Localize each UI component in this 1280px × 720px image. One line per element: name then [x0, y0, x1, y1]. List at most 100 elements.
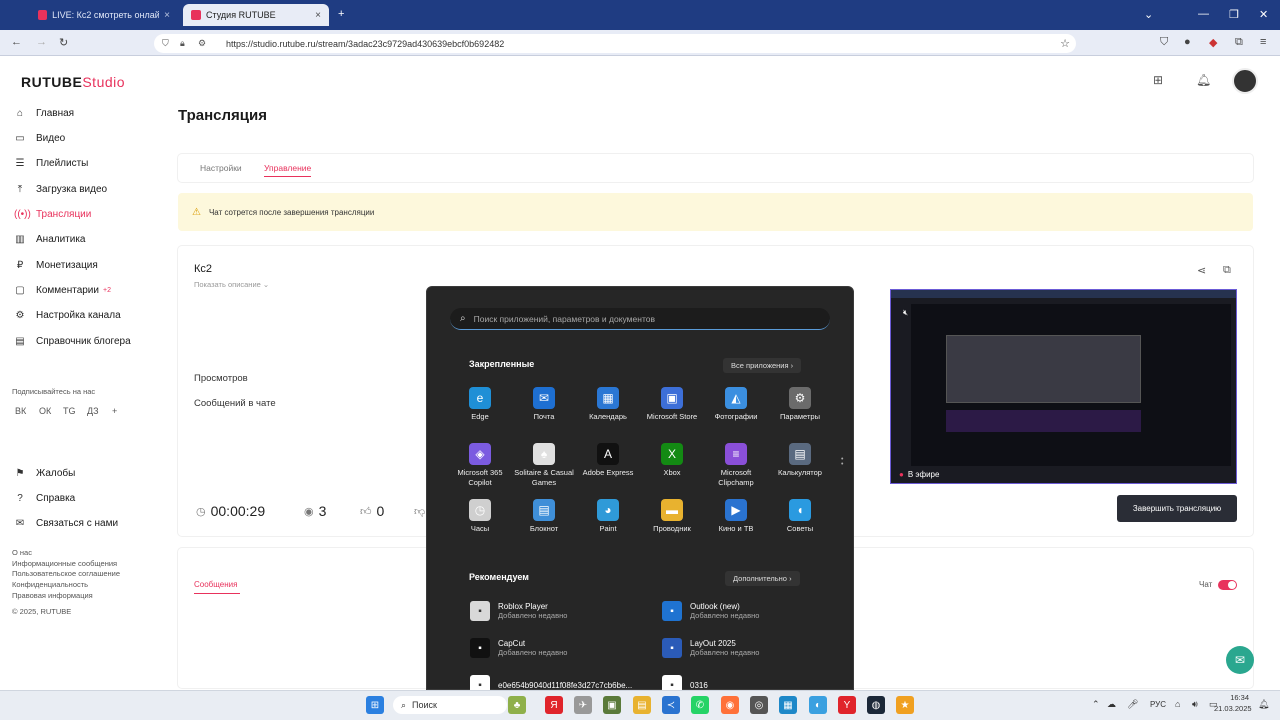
more-button[interactable]: Дополнительно ›: [725, 571, 800, 586]
tab-messages[interactable]: Сообщения: [194, 580, 240, 594]
sidebar-item-playlists[interactable]: ☰ Плейлисты: [14, 154, 89, 172]
all-apps-button[interactable]: Все приложения ›: [723, 358, 802, 373]
recommended-item[interactable]: ▪ CapCut Добавлено недавно: [470, 638, 567, 658]
language-indicator[interactable]: РУС: [1150, 700, 1166, 709]
clock-date[interactable]: 21.03.2025: [1214, 704, 1252, 713]
clock-time[interactable]: 16:34: [1225, 693, 1249, 702]
start-app[interactable]: X Xbox: [640, 443, 704, 478]
mute-icon[interactable]: 🔇︎: [903, 308, 908, 318]
avatar[interactable]: [1232, 68, 1258, 94]
sidebar-item-channel-settings[interactable]: ⚙ Настройка канала: [14, 306, 121, 324]
browser-tab[interactable]: LIVE: Кс2 смотреть онлайн вид ×: [30, 4, 178, 26]
app-icon[interactable]: ✈: [574, 696, 592, 714]
show-description-link[interactable]: Показать описание ⌄: [194, 280, 269, 289]
forward-icon[interactable]: →: [36, 36, 47, 48]
start-app[interactable]: ▣ Microsoft Store: [640, 387, 704, 422]
page-dots[interactable]: • •: [841, 456, 843, 468]
sidebar-item-upload[interactable]: ⤒ Загрузка видео: [14, 180, 107, 198]
start-app[interactable]: ◷ Часы: [448, 499, 512, 534]
footer-link[interactable]: О нас: [12, 548, 32, 557]
whatsapp-icon[interactable]: ✆: [691, 696, 709, 714]
close-tab-icon[interactable]: ×: [164, 10, 170, 21]
account-icon[interactable]: ●: [1184, 36, 1191, 48]
shield-icon[interactable]: ⛉: [162, 38, 169, 49]
browser-tab-active[interactable]: Студия RUTUBE ×: [183, 4, 329, 26]
recommended-item[interactable]: ▪ Roblox Player Добавлено недавно: [470, 601, 567, 621]
app-icon[interactable]: ★: [896, 696, 914, 714]
start-app[interactable]: ▤ Блокнот: [512, 499, 576, 534]
more-social-icon[interactable]: +: [112, 406, 117, 416]
start-app[interactable]: ◖ Советы: [768, 499, 832, 534]
start-app[interactable]: ▬ Проводник: [640, 499, 704, 534]
extensions-icon[interactable]: ⧉: [1235, 36, 1243, 49]
steam-icon[interactable]: ◍: [867, 696, 885, 714]
menu-icon[interactable]: ≡: [1260, 36, 1266, 48]
ok-icon[interactable]: ОК: [39, 406, 51, 416]
start-app[interactable]: ◭ Фотографии: [704, 387, 768, 422]
firefox-icon[interactable]: ◉: [721, 696, 739, 714]
tray-app-icon[interactable]: ☁: [1107, 699, 1116, 710]
new-tab-icon[interactable]: +: [338, 8, 344, 20]
close-tab-icon[interactable]: ×: [315, 10, 321, 21]
start-search-input[interactable]: ⌕ Поиск приложений, параметров и докумен…: [450, 308, 830, 330]
sidebar-item-monetization[interactable]: ₽ Монетизация: [14, 256, 98, 274]
tab-management[interactable]: Управление: [264, 163, 312, 177]
start-button-icon[interactable]: ⊞: [366, 696, 384, 714]
back-icon[interactable]: ←: [11, 36, 22, 48]
permissions-icon[interactable]: ⚙: [198, 38, 206, 49]
footer-link[interactable]: Информационные сообщения: [12, 559, 117, 568]
tray-chevron-icon[interactable]: ⌃: [1092, 699, 1100, 710]
close-window-icon[interactable]: ✕: [1259, 8, 1268, 21]
start-app[interactable]: ◈ Microsoft 365 Copilot: [448, 443, 512, 488]
finish-stream-button[interactable]: Завершить трансляцию: [1117, 495, 1237, 522]
network-icon[interactable]: ⌂: [1175, 699, 1180, 709]
tab-list-icon[interactable]: ⌄: [1144, 8, 1153, 21]
extension-icon[interactable]: ◆: [1209, 36, 1217, 49]
vscode-icon[interactable]: ≺: [662, 696, 680, 714]
start-app[interactable]: ✉ Почта: [512, 387, 576, 422]
start-app[interactable]: ▦ Календарь: [576, 387, 640, 422]
recommended-item[interactable]: ▪ LayOut 2025 Добавлено недавно: [662, 638, 759, 658]
start-app[interactable]: ♠ Solitaire & Casual Games: [512, 443, 576, 488]
url-field[interactable]: ⛉ 🔒︎ ⚙ https://studio.rutube.ru/stream/3…: [154, 34, 1076, 53]
sidebar-item-contact[interactable]: ✉ Связаться с нами: [14, 514, 118, 532]
sidebar-item-video[interactable]: ▭ Видео: [14, 129, 65, 147]
chat-toggle[interactable]: [1218, 580, 1237, 590]
start-app[interactable]: ⚙ Параметры: [768, 387, 832, 422]
start-app[interactable]: ▤ Калькулятор: [768, 443, 832, 478]
tab-settings[interactable]: Настройки: [200, 163, 242, 173]
sidebar-item-home[interactable]: ⌂ Главная: [14, 104, 74, 122]
reload-icon[interactable]: ↻: [59, 36, 68, 49]
footer-link[interactable]: Пользовательское соглашение: [12, 569, 120, 578]
support-chat-icon[interactable]: ✉: [1226, 646, 1254, 674]
recommended-item[interactable]: ▪ Outlook (new) Добавлено недавно: [662, 601, 759, 621]
file-explorer-icon[interactable]: ▤: [633, 696, 651, 714]
sidebar-item-comments[interactable]: ▢ Комментарии +2: [14, 281, 111, 299]
microphone-icon[interactable]: 🎤︎: [1127, 699, 1138, 710]
pocket-icon[interactable]: ⛉: [1160, 36, 1168, 49]
minecraft-icon[interactable]: ▣: [603, 696, 621, 714]
volume-icon[interactable]: 🔊︎: [1192, 699, 1198, 710]
footer-link[interactable]: Правовая информация: [12, 591, 93, 600]
lock-icon[interactable]: 🔒︎: [180, 38, 185, 49]
footer-link[interactable]: Конфиденциальность: [12, 580, 88, 589]
vk-icon[interactable]: ВК: [15, 406, 26, 416]
obs-icon[interactable]: ◎: [750, 696, 768, 714]
share-icon[interactable]: ⋖: [1197, 264, 1206, 277]
dzen-icon[interactable]: ДЗ: [87, 406, 99, 416]
notifications-icon[interactable]: 🔔︎: [1258, 699, 1269, 710]
yandex-icon[interactable]: Я: [545, 696, 563, 714]
sidebar-item-analytics[interactable]: ▥ Аналитика: [14, 230, 85, 248]
start-app[interactable]: ≡ Microsoft Clipchamp: [704, 443, 768, 488]
app-icon[interactable]: ▦: [779, 696, 797, 714]
start-app[interactable]: ◕ Paint: [576, 499, 640, 534]
stream-preview[interactable]: 🔇︎ ● В эфире: [890, 289, 1237, 484]
sidebar-item-help[interactable]: ? Справка: [14, 489, 75, 507]
bell-icon[interactable]: 🔔︎: [1196, 73, 1211, 87]
yandex-browser-icon[interactable]: Y: [838, 696, 856, 714]
taskbar-search[interactable]: ⌕ Поиск: [393, 696, 507, 714]
sidebar-item-complaints[interactable]: ⚑ Жалобы: [14, 464, 76, 482]
rutube-studio-logo[interactable]: RUTUBEStudio: [21, 74, 125, 90]
bookmark-star-icon[interactable]: ☆: [1060, 37, 1070, 50]
sidebar-item-blogger-guide[interactable]: ▤ Справочник блогера: [14, 332, 130, 350]
